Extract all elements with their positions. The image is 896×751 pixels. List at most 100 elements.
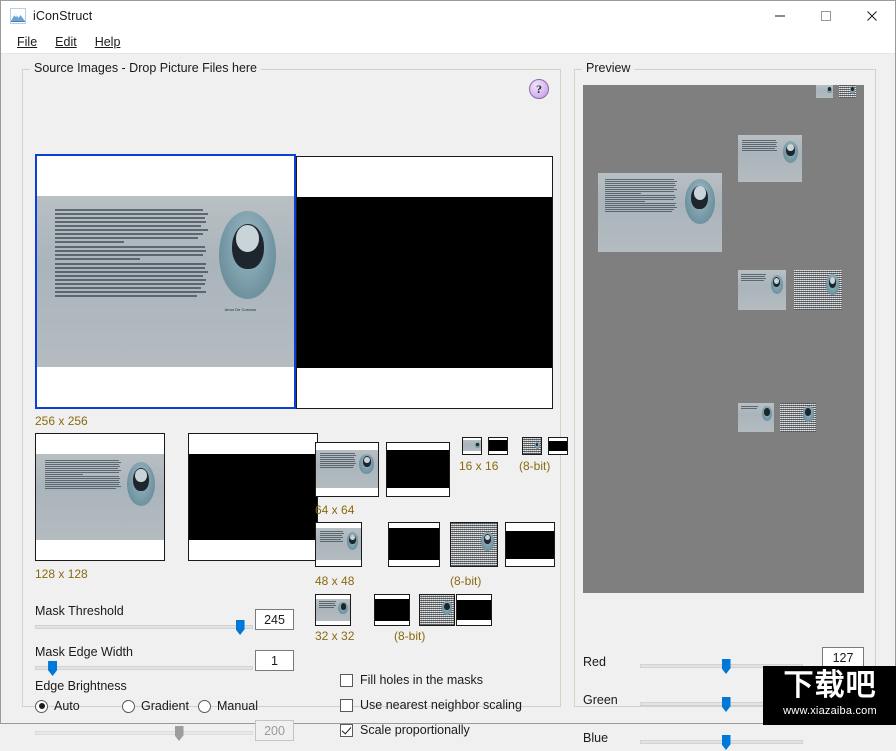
source-image-128[interactable] — [35, 433, 165, 561]
size-label-32-8bit: (8-bit) — [394, 629, 425, 643]
radio-auto[interactable]: Auto — [35, 699, 80, 713]
radio-dot — [122, 700, 135, 713]
checkbox-nearest-neighbor[interactable]: Use nearest neighbor scaling — [340, 698, 522, 712]
minimize-button[interactable] — [757, 1, 803, 31]
size-label-48-8bit: (8-bit) — [450, 574, 481, 588]
source-image-32[interactable] — [315, 594, 351, 626]
mask-photo-128 — [189, 434, 317, 560]
preview-image-48-8bit — [794, 270, 842, 310]
checkbox-box — [340, 724, 353, 737]
preview-doc-64 — [738, 135, 802, 182]
size-label-64: 64 x 64 — [315, 503, 354, 517]
slider-thumb[interactable] — [236, 620, 245, 635]
checkbox-nearest-neighbor-label: Use nearest neighbor scaling — [360, 698, 522, 712]
mask-image-32[interactable] — [374, 594, 410, 626]
document-photo-32 — [316, 595, 350, 625]
source-image-16[interactable] — [462, 437, 482, 455]
mountain-icon — [10, 8, 26, 24]
green-label: Green — [583, 693, 618, 707]
source-image-48[interactable] — [315, 522, 362, 567]
slider-track — [35, 625, 253, 629]
checkbox-box — [340, 674, 353, 687]
edge-brightness-slider[interactable] — [35, 724, 253, 742]
source-image-64[interactable] — [315, 442, 379, 497]
size-label-32: 32 x 32 — [315, 629, 354, 643]
preview-canvas[interactable] — [583, 85, 864, 593]
menu-edit[interactable]: Edit — [46, 33, 86, 51]
mask-threshold-value[interactable]: 245 — [255, 609, 294, 630]
checkbox-box — [340, 699, 353, 712]
slider-thumb[interactable] — [175, 726, 184, 741]
preview-doc-32 — [738, 403, 774, 432]
blue-slider[interactable] — [640, 733, 803, 751]
titlebar: iConStruct — [1, 1, 895, 31]
menu-file[interactable]: File — [8, 33, 46, 51]
red-label: Red — [583, 655, 606, 669]
maximize-button[interactable] — [803, 1, 849, 31]
blue-label: Blue — [583, 731, 608, 745]
mask-edge-width-label: Mask Edge Width — [35, 645, 133, 659]
mask-edge-width-slider[interactable] — [35, 659, 253, 677]
radio-gradient[interactable]: Gradient — [122, 699, 189, 713]
mask-image-64[interactable] — [386, 442, 450, 497]
site-watermark: 下载吧 www.xiazaiba.com — [763, 666, 896, 725]
slider-thumb[interactable] — [722, 697, 731, 712]
mask-photo — [297, 157, 552, 408]
mask-image-48[interactable] — [388, 522, 440, 567]
mask-photo-48 — [389, 523, 439, 566]
document-photo-128 — [36, 434, 164, 560]
radio-gradient-label: Gradient — [141, 699, 189, 713]
checkbox-scale-proportionally-label: Scale proportionally — [360, 723, 470, 737]
slider-thumb[interactable] — [722, 659, 731, 674]
slider-thumb[interactable] — [722, 735, 731, 750]
document-photo-48-8bit — [451, 523, 497, 566]
close-button[interactable] — [849, 1, 895, 31]
slider-thumb[interactable] — [48, 661, 57, 676]
help-icon[interactable]: ? — [529, 79, 549, 99]
document-photo: Amor De Cosmos — [37, 156, 294, 407]
preview-image-large — [598, 173, 722, 252]
edge-brightness-value[interactable]: 200 — [255, 720, 294, 741]
mask-threshold-slider[interactable] — [35, 618, 253, 636]
watermark-url: www.xiazaiba.com — [783, 705, 877, 717]
preview-image-16-8bit — [839, 85, 856, 98]
mask-image-256[interactable] — [296, 156, 553, 409]
mask-photo-16 — [489, 438, 507, 454]
menubar: File Edit Help — [1, 31, 895, 54]
preview-doc-48-8bit — [794, 270, 842, 310]
mask-image-128[interactable] — [188, 433, 318, 561]
source-image-32-8bit[interactable] — [419, 594, 455, 626]
preview-doc-32-8bit — [780, 403, 816, 432]
preview-image-32 — [738, 403, 774, 432]
preview-group: Preview — [574, 61, 876, 707]
mask-image-48-8bit[interactable] — [505, 522, 555, 567]
document-photo-48 — [316, 523, 361, 566]
source-image-48-8bit[interactable] — [450, 522, 498, 567]
preview-image-64 — [738, 135, 802, 182]
document-photo-64 — [316, 443, 378, 496]
checkbox-scale-proportionally[interactable]: Scale proportionally — [340, 723, 470, 737]
slider-track — [35, 666, 253, 670]
size-label-16: 16 x 16 — [459, 459, 498, 473]
source-image-256[interactable]: Amor De Cosmos — [35, 154, 296, 409]
mask-photo-48-8bit — [506, 523, 554, 566]
app-window: iConStruct File Edit Help Source Images … — [0, 0, 896, 724]
preview-image-32-8bit — [780, 403, 816, 432]
preview-image-48 — [738, 270, 786, 310]
mask-image-16-8bit[interactable] — [548, 437, 568, 455]
source-image-16-8bit[interactable] — [522, 437, 542, 455]
watermark-text: 下载吧 — [784, 670, 877, 702]
menu-help-label: Help — [95, 35, 121, 49]
edge-brightness-label: Edge Brightness — [35, 679, 127, 693]
menu-help[interactable]: Help — [86, 33, 130, 51]
checkbox-fill-holes-label: Fill holes in the masks — [360, 673, 483, 687]
red-value[interactable]: 127 — [822, 647, 864, 668]
mask-edge-width-value[interactable]: 1 — [255, 650, 294, 671]
mask-image-32-8bit[interactable] — [456, 594, 492, 626]
checkbox-fill-holes[interactable]: Fill holes in the masks — [340, 673, 483, 687]
document-photo-16 — [463, 438, 481, 454]
mask-image-16[interactable] — [488, 437, 508, 455]
mask-threshold-label: Mask Threshold — [35, 604, 124, 618]
radio-manual[interactable]: Manual — [198, 699, 258, 713]
document-photo-32-8bit — [420, 595, 454, 625]
